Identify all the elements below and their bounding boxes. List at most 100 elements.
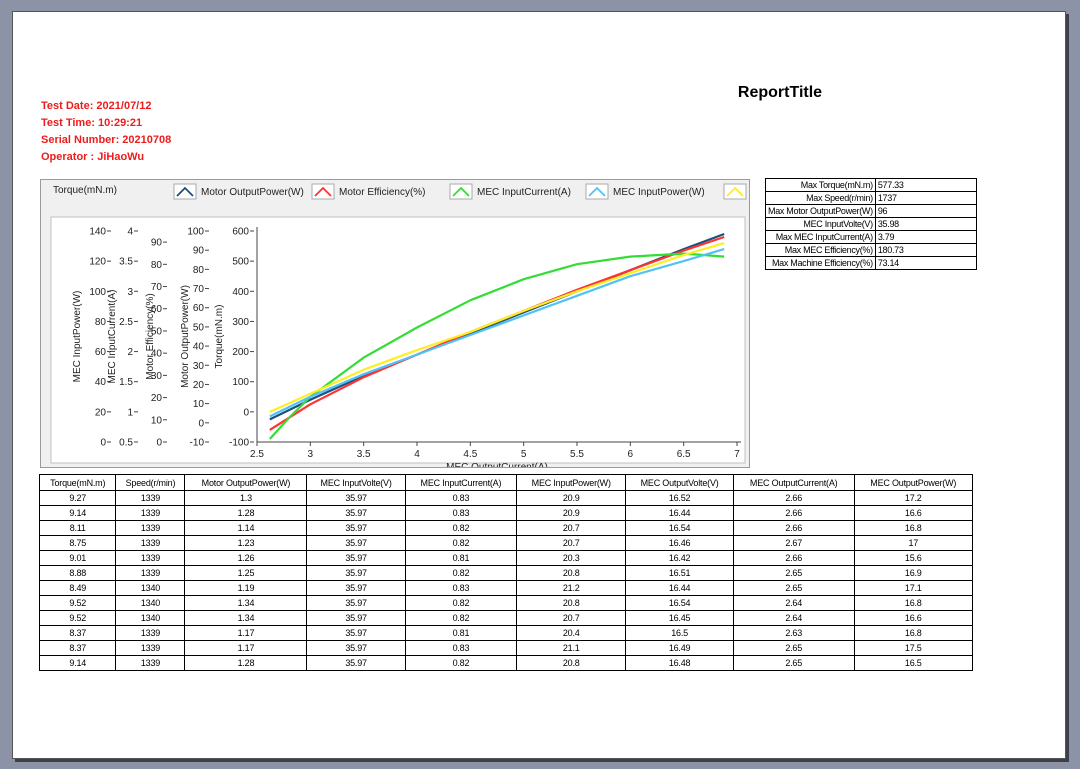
table-cell: 2.66 bbox=[732, 550, 855, 566]
table-cell: 1.26 bbox=[184, 550, 308, 566]
summary-key: Max Machine Efficiency(%) bbox=[765, 256, 876, 270]
table-cell: 8.37 bbox=[38, 640, 117, 656]
y-tick-label: 0 bbox=[243, 407, 249, 418]
table-cell: 1.34 bbox=[184, 595, 308, 611]
table-cell: 2.64 bbox=[732, 610, 855, 626]
table-cell: 35.97 bbox=[306, 580, 406, 596]
table-cell: 9.14 bbox=[38, 655, 117, 671]
x-tick-label: 5 bbox=[521, 449, 527, 460]
table-cell: 16.44 bbox=[625, 505, 734, 521]
column-header: Torque(mN.m) bbox=[38, 474, 117, 491]
table-cell: 17.2 bbox=[853, 490, 973, 506]
table-cell: 35.97 bbox=[306, 610, 406, 626]
x-tick-label: 6 bbox=[628, 449, 634, 460]
report-page: ReportTitle Test Date: 2021/07/12 Test T… bbox=[12, 11, 1066, 759]
y-tick-label: 3.5 bbox=[119, 257, 133, 268]
y-axis-label: Torque(mN.m) bbox=[214, 305, 225, 369]
table-cell: 2.65 bbox=[732, 655, 855, 671]
table-cell: 0.82 bbox=[404, 655, 518, 671]
table-cell: 0.82 bbox=[404, 610, 518, 626]
x-tick-label: 4.5 bbox=[463, 449, 477, 460]
table-cell: 9.14 bbox=[38, 505, 117, 521]
y-tick-label: 80 bbox=[151, 260, 163, 271]
summary-key: Max MEC Efficiency(%) bbox=[765, 243, 876, 257]
table-cell: 0.81 bbox=[404, 625, 518, 641]
x-tick-label: 5.5 bbox=[570, 449, 584, 460]
y-tick-label: 120 bbox=[89, 257, 106, 268]
table-cell: 2.67 bbox=[732, 535, 855, 551]
table-cell: 16.54 bbox=[625, 520, 734, 536]
table-cell: 16.8 bbox=[853, 625, 973, 641]
table-cell: 17.5 bbox=[853, 640, 973, 656]
table-cell: 35.97 bbox=[306, 595, 406, 611]
table-row: 9.52 1340 1.34 35.97 0.82 20.8 16.54 2.64 16.8 bbox=[38, 595, 973, 611]
y-tick-label: 10 bbox=[193, 399, 205, 410]
table-cell: 0.83 bbox=[404, 580, 518, 596]
table-cell: 16.6 bbox=[853, 505, 973, 521]
column-header: MEC OutputVolte(V) bbox=[625, 474, 734, 491]
table-cell: 16.9 bbox=[853, 565, 973, 581]
y-axis-label: MEC InputPower(W) bbox=[72, 291, 83, 383]
table-row: 8.37 1339 1.17 35.97 0.81 20.4 16.5 2.63 16.8 bbox=[38, 625, 973, 641]
y-axis-label: Motor Efficiency(%) bbox=[145, 293, 156, 380]
table-cell: 8.49 bbox=[38, 580, 117, 596]
legend-swatch bbox=[585, 183, 609, 200]
y-tick-label: 100 bbox=[232, 377, 249, 388]
y-tick-label: 0 bbox=[156, 438, 162, 449]
table-cell: 0.82 bbox=[404, 520, 518, 536]
table-cell: 21.2 bbox=[516, 580, 627, 596]
serial-number: Serial Number: 20210708 bbox=[41, 134, 172, 146]
x-axis-label: MEC OutputCurrent(A) bbox=[446, 462, 548, 467]
table-cell: 8.88 bbox=[38, 565, 117, 581]
table-cell: 0.83 bbox=[404, 490, 518, 506]
table-cell: 15.6 bbox=[853, 550, 973, 566]
y-tick-label: 40 bbox=[193, 342, 205, 353]
table-cell: 1.34 bbox=[184, 610, 308, 626]
table-row: 8.37 1339 1.17 35.97 0.83 21.1 16.49 2.65 17.5 bbox=[38, 640, 973, 656]
table-cell: 2.65 bbox=[732, 640, 855, 656]
y-tick-label: 0 bbox=[100, 438, 106, 449]
y-axis-label: MEC InputCurrent(A) bbox=[107, 290, 118, 384]
table-cell: 1339 bbox=[115, 640, 186, 656]
table-cell: 1.14 bbox=[184, 520, 308, 536]
y-tick-label: 100 bbox=[89, 287, 106, 298]
table-cell: 1339 bbox=[115, 655, 186, 671]
table-cell: 35.97 bbox=[306, 505, 406, 521]
column-header: Speed(r/min) bbox=[115, 474, 186, 491]
legend-label: Motor OutputPower(W) bbox=[201, 187, 304, 198]
y-tick-label: 60 bbox=[193, 303, 205, 314]
table-cell: 0.83 bbox=[404, 640, 518, 656]
summary-value: 73.14 bbox=[874, 256, 977, 270]
table-cell: 1340 bbox=[115, 595, 186, 611]
table-cell: 0.81 bbox=[404, 550, 518, 566]
y-tick-label: 600 bbox=[232, 227, 249, 238]
report-title: ReportTitle bbox=[737, 84, 823, 101]
table-row: 8.49 1340 1.19 35.97 0.83 21.2 16.44 2.65 17.1 bbox=[38, 580, 973, 596]
table-cell: 35.97 bbox=[306, 565, 406, 581]
y-tick-label: 140 bbox=[89, 227, 106, 238]
table-cell: 0.82 bbox=[404, 595, 518, 611]
table-cell: 1.28 bbox=[184, 655, 308, 671]
table-cell: 1340 bbox=[115, 580, 186, 596]
y-tick-label: 60 bbox=[95, 347, 107, 358]
table-cell: 16.46 bbox=[625, 535, 734, 551]
y-tick-label: 300 bbox=[232, 317, 249, 328]
summary-key: Max MEC InputCurrent(A) bbox=[765, 230, 876, 244]
y-tick-label: 0.5 bbox=[119, 438, 133, 449]
table-cell: 35.97 bbox=[306, 490, 406, 506]
table-cell: 1.28 bbox=[184, 505, 308, 521]
y-tick-label: 400 bbox=[232, 287, 249, 298]
test-time: Test Time: 10:29:21 bbox=[41, 117, 143, 129]
chart-panel[interactable]: Torque(mN.m) Motor OutputPower(W) Motor E… bbox=[40, 179, 750, 468]
column-header: MEC OutputCurrent(A) bbox=[732, 474, 855, 491]
summary-key: Max Motor OutputPower(W) bbox=[765, 204, 876, 218]
table-cell: 0.83 bbox=[404, 505, 518, 521]
test-date: Test Date: 2021/07/12 bbox=[41, 100, 152, 112]
summary-key: Max Speed(r/min) bbox=[765, 191, 876, 205]
x-tick-label: 6.5 bbox=[677, 449, 691, 460]
summary-value: 577.33 bbox=[874, 178, 977, 192]
y-tick-label: -100 bbox=[229, 438, 249, 449]
table-cell: 20.4 bbox=[516, 625, 627, 641]
table-cell: 20.8 bbox=[516, 655, 627, 671]
table-cell: 1339 bbox=[115, 565, 186, 581]
